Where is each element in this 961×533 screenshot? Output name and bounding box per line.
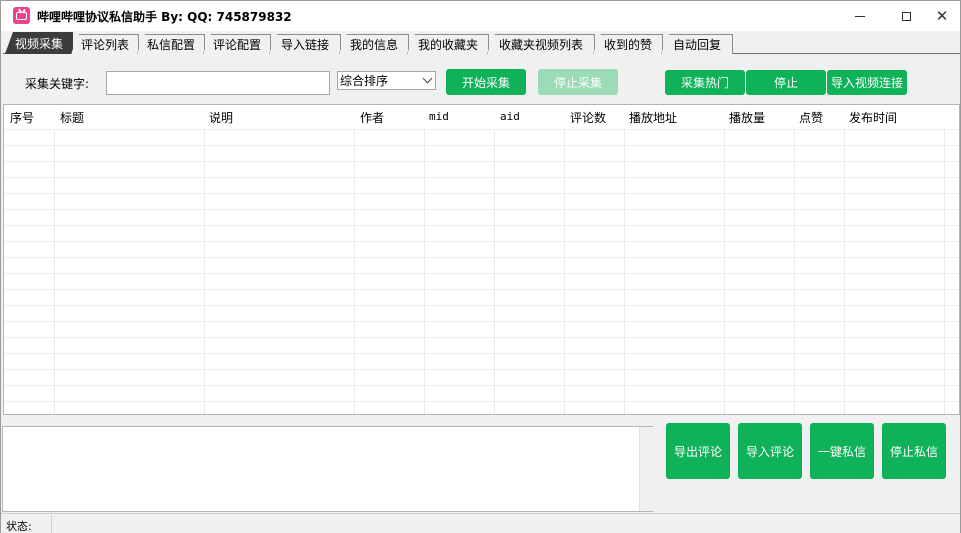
status-divider [51,515,52,533]
tab-favorite-videos[interactable]: 收藏夹视频列表 [487,34,595,54]
keyword-label: 采集关键字: [25,77,90,91]
grid-line [4,273,959,274]
tab-my-info[interactable]: 我的信息 [339,34,409,54]
grid-line [494,129,495,414]
grid-line [4,305,959,306]
column-header-mid[interactable]: mid [429,110,449,123]
tab-comment-config[interactable]: 评论配置 [203,34,271,54]
column-header-comment-count[interactable]: 评论数 [570,109,606,126]
grid-line [424,129,425,414]
grid-line [844,129,845,414]
tab-dm-config[interactable]: 私信配置 [137,34,205,54]
close-button[interactable]: ✕ [919,1,961,31]
tab-auto-reply[interactable]: 自动回复 [661,34,733,54]
bilibili-tv-icon [13,7,30,24]
tab-import-links[interactable]: 导入链接 [269,34,341,54]
tab-video-collect[interactable]: 视频采集 [5,32,73,54]
grid-line [4,385,959,386]
grid-line [794,129,795,414]
minimize-icon [855,15,865,17]
sort-select-value: 综合排序 [340,74,389,88]
grid-line [564,129,565,414]
window-title: 哔哩哔哩协议私信助手 By: QQ: 745879832 [37,10,292,24]
minimize-button[interactable] [837,1,883,31]
maximize-icon [901,11,911,21]
grid-line [4,353,959,354]
column-header-index[interactable]: 序号 [10,109,34,126]
grid-line [4,337,959,338]
grid-line [4,257,959,258]
grid-line [4,289,959,290]
grid-line [724,129,725,414]
column-header-play-url[interactable]: 播放地址 [629,109,677,126]
stop-collect-button[interactable]: 停止采集 [538,69,618,95]
grid-line [204,129,205,414]
column-header-play-count[interactable]: 播放量 [729,109,765,126]
column-header-author[interactable]: 作者 [360,109,384,126]
grid-line [4,129,959,130]
import-comments-button[interactable]: 导入评论 [738,423,802,479]
tab-comment-list[interactable]: 评论列表 [71,34,139,54]
grid-line [4,321,959,322]
column-header-aid[interactable]: aid [500,110,520,123]
grid-line [624,129,625,414]
grid-line [4,161,959,162]
grid-line [4,241,959,242]
import-video-links-button[interactable]: 导入视频连接 [827,70,907,95]
close-icon: ✕ [935,6,949,25]
column-header-title[interactable]: 标题 [60,109,84,126]
grid-line [4,225,959,226]
grid-line [4,193,959,194]
export-comments-button[interactable]: 导出评论 [666,423,730,479]
sort-select[interactable]: 综合排序 [337,71,436,90]
collect-hot-button[interactable]: 采集热门 [665,70,745,95]
keyword-input[interactable] [106,71,330,95]
grid-line [4,145,959,146]
tab-bar: 视频采集 评论列表 私信配置 评论配置 导入链接 我的信息 我的收藏夹 收藏夹视… [3,32,960,54]
grid-line [354,129,355,414]
grid-line [54,129,55,414]
table-header: 序号 标题 说明 作者 mid aid 评论数 播放地址 播放量 点赞 发布时间 [4,105,959,129]
start-collect-button[interactable]: 开始采集 [446,69,526,95]
status-bar: 状态: [1,513,960,533]
log-scrollbar[interactable] [639,427,653,511]
tab-my-favorites[interactable]: 我的收藏夹 [407,34,489,54]
stop-button[interactable]: 停止 [746,70,826,95]
column-header-likes[interactable]: 点赞 [799,109,823,126]
app-window: 哔哩哔哩协议私信助手 By: QQ: 745879832 ✕ 视频采集 评论列表… [0,0,961,533]
grid-line [4,401,959,402]
column-header-description[interactable]: 说明 [209,109,233,126]
title-bar: 哔哩哔哩协议私信助手 By: QQ: 745879832 ✕ [1,1,960,31]
column-header-publish-time[interactable]: 发布时间 [849,109,897,126]
tab-received-likes[interactable]: 收到的赞 [593,34,663,54]
grid-line [4,177,959,178]
one-click-dm-button[interactable]: 一键私信 [810,423,874,479]
grid-line [4,209,959,210]
log-textarea[interactable] [2,426,653,512]
video-table[interactable]: 序号 标题 说明 作者 mid aid 评论数 播放地址 播放量 点赞 发布时间 [3,104,960,415]
status-label: 状态: [6,520,32,533]
grid-line [4,369,959,370]
chevron-down-icon [422,73,433,84]
grid-line [944,129,945,414]
stop-dm-button[interactable]: 停止私信 [882,423,946,479]
